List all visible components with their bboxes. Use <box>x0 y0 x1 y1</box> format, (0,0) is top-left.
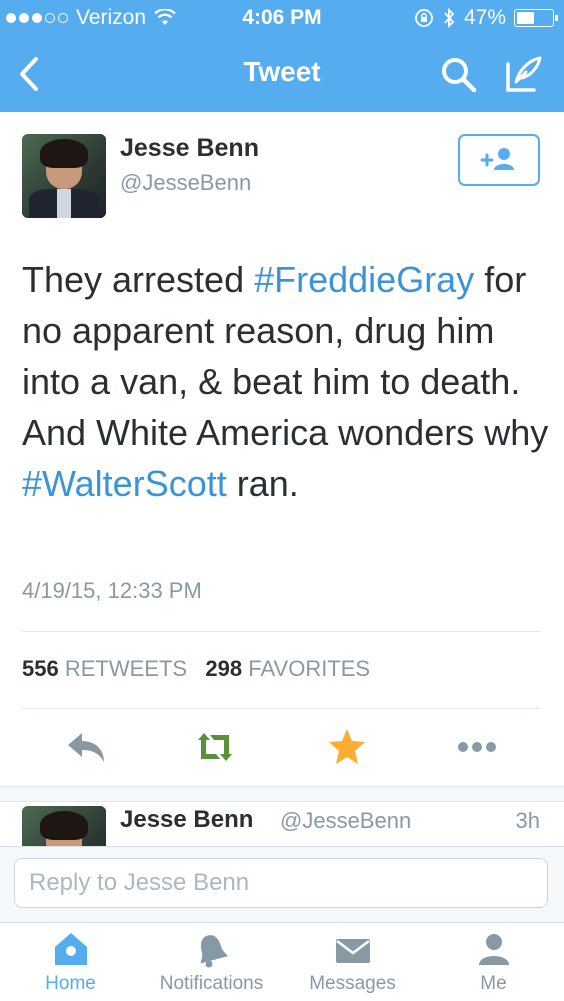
hashtag-link[interactable]: #FreddieGray <box>254 259 474 300</box>
divider <box>22 708 540 709</box>
tab-label: Home <box>45 973 96 994</box>
favorite-star-icon[interactable] <box>324 724 370 770</box>
tweet-text-part: ran. <box>226 463 299 504</box>
tweet-timestamp: 4/19/15, 12:33 PM <box>22 578 202 603</box>
person-icon <box>478 934 509 965</box>
author-name[interactable]: Jesse Benn <box>120 134 259 163</box>
reply-input[interactable] <box>14 858 548 908</box>
top-bar: Verizon 4:06 PM 47% Tweet <box>0 0 564 112</box>
reply-icon[interactable] <box>64 724 110 770</box>
tab-label: Messages <box>309 973 396 994</box>
battery-icon <box>514 9 558 27</box>
home-icon <box>54 933 87 965</box>
favorites-label: FAVORITES <box>248 656 371 681</box>
bluetooth-icon <box>444 7 455 29</box>
author-handle[interactable]: @JesseBenn <box>120 170 251 196</box>
tweet-text-part: They arrested <box>22 259 255 300</box>
tweet-text: They arrested #FreddieGray for no appare… <box>22 254 552 509</box>
nav-bar: Tweet <box>0 40 564 108</box>
tab-label: Notifications <box>159 973 264 994</box>
tab-notifications[interactable]: Notifications <box>141 923 282 1001</box>
retweet-icon[interactable] <box>192 724 238 770</box>
envelope-icon <box>335 939 370 963</box>
compose-tweet-icon[interactable] <box>500 52 546 98</box>
retweets-count: 556 <box>22 656 59 681</box>
divider <box>22 631 540 632</box>
bell-icon <box>200 935 228 968</box>
reply-author-name[interactable]: Jesse Benn <box>120 806 253 834</box>
section-separator <box>0 786 564 802</box>
tweet-stats: 556 RETWEETS 298 FAVORITES <box>22 656 370 682</box>
rotation-lock-icon <box>415 9 433 27</box>
tab-bar: Home Notifications Messages Me <box>0 922 564 1001</box>
follow-button[interactable] <box>458 134 540 186</box>
more-options-icon[interactable] <box>454 724 500 770</box>
tweet-actions <box>0 716 564 778</box>
tab-me[interactable]: Me <box>423 923 564 1001</box>
tab-messages[interactable]: Messages <box>282 923 423 1001</box>
favorites-stat[interactable]: 298 FAVORITES <box>205 656 370 681</box>
reply-age: 3h <box>515 808 540 833</box>
hashtag-link[interactable]: #WalterScott <box>22 463 227 504</box>
tab-home[interactable]: Home <box>0 923 141 1001</box>
status-right: 47% <box>414 6 558 30</box>
battery-percent: 47% <box>463 6 506 29</box>
search-icon[interactable] <box>438 54 480 96</box>
tab-label: Me <box>480 973 507 994</box>
retweets-label: RETWEETS <box>64 656 188 681</box>
retweets-stat[interactable]: 556 RETWEETS <box>22 656 187 681</box>
status-bar: Verizon 4:06 PM 47% <box>0 0 564 36</box>
avatar[interactable] <box>22 134 106 218</box>
reply-author-handle[interactable]: @JesseBenn <box>280 808 411 834</box>
add-user-icon <box>480 148 514 170</box>
favorites-count: 298 <box>205 656 243 681</box>
